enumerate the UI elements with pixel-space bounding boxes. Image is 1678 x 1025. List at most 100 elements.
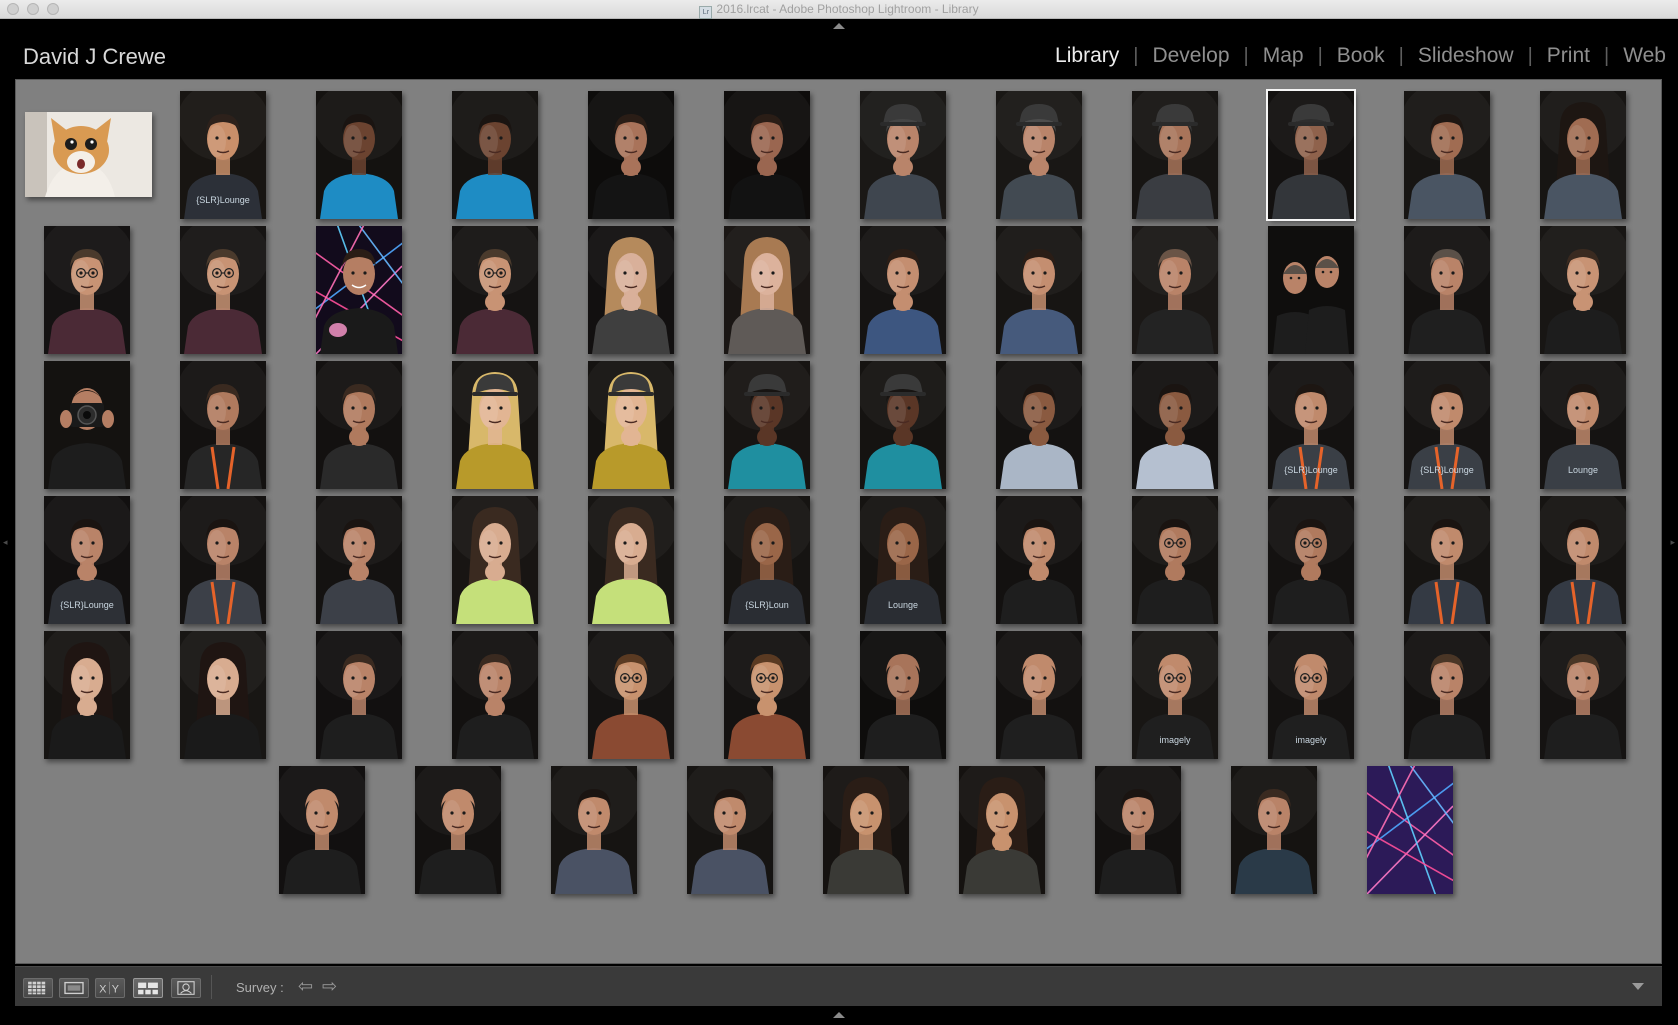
svg-text:imagely: imagely: [1295, 735, 1327, 745]
photo-thumbnail[interactable]: [1132, 361, 1218, 489]
previous-photo-arrow-icon[interactable]: ⇦: [298, 976, 313, 997]
module-separator: |: [1133, 44, 1139, 67]
photo-thumbnail[interactable]: [1132, 91, 1218, 219]
photo-thumbnail[interactable]: [1268, 226, 1354, 354]
photo-thumbnail[interactable]: {SLR}Lounge: [1268, 361, 1354, 489]
photo-thumbnail[interactable]: [1404, 496, 1490, 624]
photo-thumbnail[interactable]: [1404, 226, 1490, 354]
photo-thumbnail[interactable]: [452, 496, 538, 624]
photo-thumbnail[interactable]: [452, 361, 538, 489]
photo-thumbnail[interactable]: [724, 226, 810, 354]
toolbar-options-chevron-down-icon[interactable]: [1632, 983, 1644, 990]
photo-thumbnail[interactable]: [1268, 496, 1354, 624]
photo-thumbnail[interactable]: [551, 766, 637, 894]
people-view-icon[interactable]: [171, 978, 201, 998]
photo-thumbnail[interactable]: [316, 226, 402, 354]
photo-thumbnail[interactable]: [415, 766, 501, 894]
filmstrip-toggle-icon[interactable]: [833, 1012, 845, 1018]
survey-cell: [1104, 485, 1240, 624]
photo-thumbnail[interactable]: [1132, 496, 1218, 624]
photo-thumbnail[interactable]: [316, 631, 402, 759]
next-photo-arrow-icon[interactable]: ⇨: [322, 976, 337, 997]
survey-cell: {SLR}Lounge: [1376, 350, 1512, 489]
photo-thumbnail[interactable]: [180, 496, 266, 624]
right-panel-toggle-icon[interactable]: ▸: [1670, 537, 1675, 548]
photo-thumbnail[interactable]: [1540, 631, 1626, 759]
photo-thumbnail[interactable]: [1095, 766, 1181, 894]
photo-thumbnail[interactable]: {SLR}Lounge: [44, 496, 130, 624]
photo-thumbnail[interactable]: [44, 226, 130, 354]
module-tab-develop[interactable]: Develop: [1152, 44, 1229, 68]
compare-view-icon[interactable]: XY: [95, 978, 125, 998]
photo-thumbnail[interactable]: [588, 226, 674, 354]
photo-thumbnail[interactable]: [180, 226, 266, 354]
photo-thumbnail[interactable]: [180, 631, 266, 759]
photo-thumbnail[interactable]: [452, 631, 538, 759]
photo-thumbnail[interactable]: [44, 631, 130, 759]
photo-thumbnail[interactable]: [588, 496, 674, 624]
photo-thumbnail[interactable]: [860, 361, 946, 489]
photo-thumbnail[interactable]: [1404, 91, 1490, 219]
lightroom-app-icon: Lr: [699, 6, 713, 19]
module-tab-print[interactable]: Print: [1547, 44, 1590, 68]
module-tab-web[interactable]: Web: [1623, 44, 1666, 68]
photo-thumbnail[interactable]: {SLR}Lounge: [1404, 361, 1490, 489]
selected-photo-thumbnail[interactable]: [1266, 89, 1356, 221]
photo-thumbnail[interactable]: [588, 91, 674, 219]
photo-thumbnail[interactable]: [996, 91, 1082, 219]
photo-thumbnail[interactable]: [724, 91, 810, 219]
photo-thumbnail[interactable]: imagely: [1132, 631, 1218, 759]
survey-view-icon[interactable]: [133, 978, 163, 998]
loupe-view-icon[interactable]: [59, 978, 89, 998]
photo-thumbnail[interactable]: Lounge: [1540, 361, 1626, 489]
photo-thumbnail[interactable]: {SLR}Lounge: [180, 91, 266, 219]
survey-cell: [1339, 755, 1475, 894]
photo-thumbnail[interactable]: [44, 361, 130, 489]
top-panel-toggle-icon[interactable]: [833, 23, 845, 29]
grid-view-icon[interactable]: [23, 978, 53, 998]
photo-thumbnail[interactable]: imagely: [1268, 631, 1354, 759]
photo-thumbnail[interactable]: [860, 91, 946, 219]
survey-cell: [1240, 485, 1376, 624]
photo-thumbnail[interactable]: [996, 361, 1082, 489]
photo-thumbnail[interactable]: [996, 226, 1082, 354]
photo-thumbnail[interactable]: [25, 112, 152, 197]
photo-thumbnail[interactable]: [1540, 496, 1626, 624]
photo-thumbnail[interactable]: [279, 766, 365, 894]
module-tab-library[interactable]: Library: [1055, 44, 1119, 68]
photo-thumbnail[interactable]: [1231, 766, 1317, 894]
module-tab-slideshow[interactable]: Slideshow: [1418, 44, 1514, 68]
photo-thumbnail[interactable]: [452, 226, 538, 354]
photo-thumbnail[interactable]: [959, 766, 1045, 894]
window-title: Lr 2016.lrcat - Adobe Photoshop Lightroom…: [0, 2, 1678, 19]
module-tab-book[interactable]: Book: [1337, 44, 1385, 68]
photo-thumbnail[interactable]: [1367, 766, 1453, 894]
photo-thumbnail[interactable]: [1404, 631, 1490, 759]
photo-thumbnail[interactable]: [823, 766, 909, 894]
photo-thumbnail[interactable]: [1540, 226, 1626, 354]
photo-thumbnail[interactable]: [724, 631, 810, 759]
survey-cell: [1376, 620, 1512, 759]
photo-thumbnail[interactable]: [687, 766, 773, 894]
photo-thumbnail[interactable]: [996, 631, 1082, 759]
left-panel-toggle-icon[interactable]: ◂: [3, 537, 8, 548]
photo-thumbnail[interactable]: [724, 361, 810, 489]
photo-thumbnail[interactable]: [1540, 91, 1626, 219]
photo-thumbnail[interactable]: [180, 361, 266, 489]
photo-thumbnail[interactable]: [588, 631, 674, 759]
photo-thumbnail[interactable]: {SLR}Loun: [724, 496, 810, 624]
module-tab-map[interactable]: Map: [1263, 44, 1304, 68]
photo-thumbnail[interactable]: [588, 361, 674, 489]
photo-thumbnail[interactable]: [316, 361, 402, 489]
photo-thumbnail[interactable]: [996, 496, 1082, 624]
photo-thumbnail[interactable]: [452, 91, 538, 219]
photo-thumbnail[interactable]: [316, 91, 402, 219]
photo-thumbnail[interactable]: [860, 226, 946, 354]
survey-cell: [968, 620, 1104, 759]
photo-thumbnail[interactable]: Lounge: [860, 496, 946, 624]
survey-cell: [424, 620, 560, 759]
photo-thumbnail[interactable]: [860, 631, 946, 759]
photo-thumbnail[interactable]: [316, 496, 402, 624]
survey-cell: [968, 215, 1104, 354]
photo-thumbnail[interactable]: [1132, 226, 1218, 354]
